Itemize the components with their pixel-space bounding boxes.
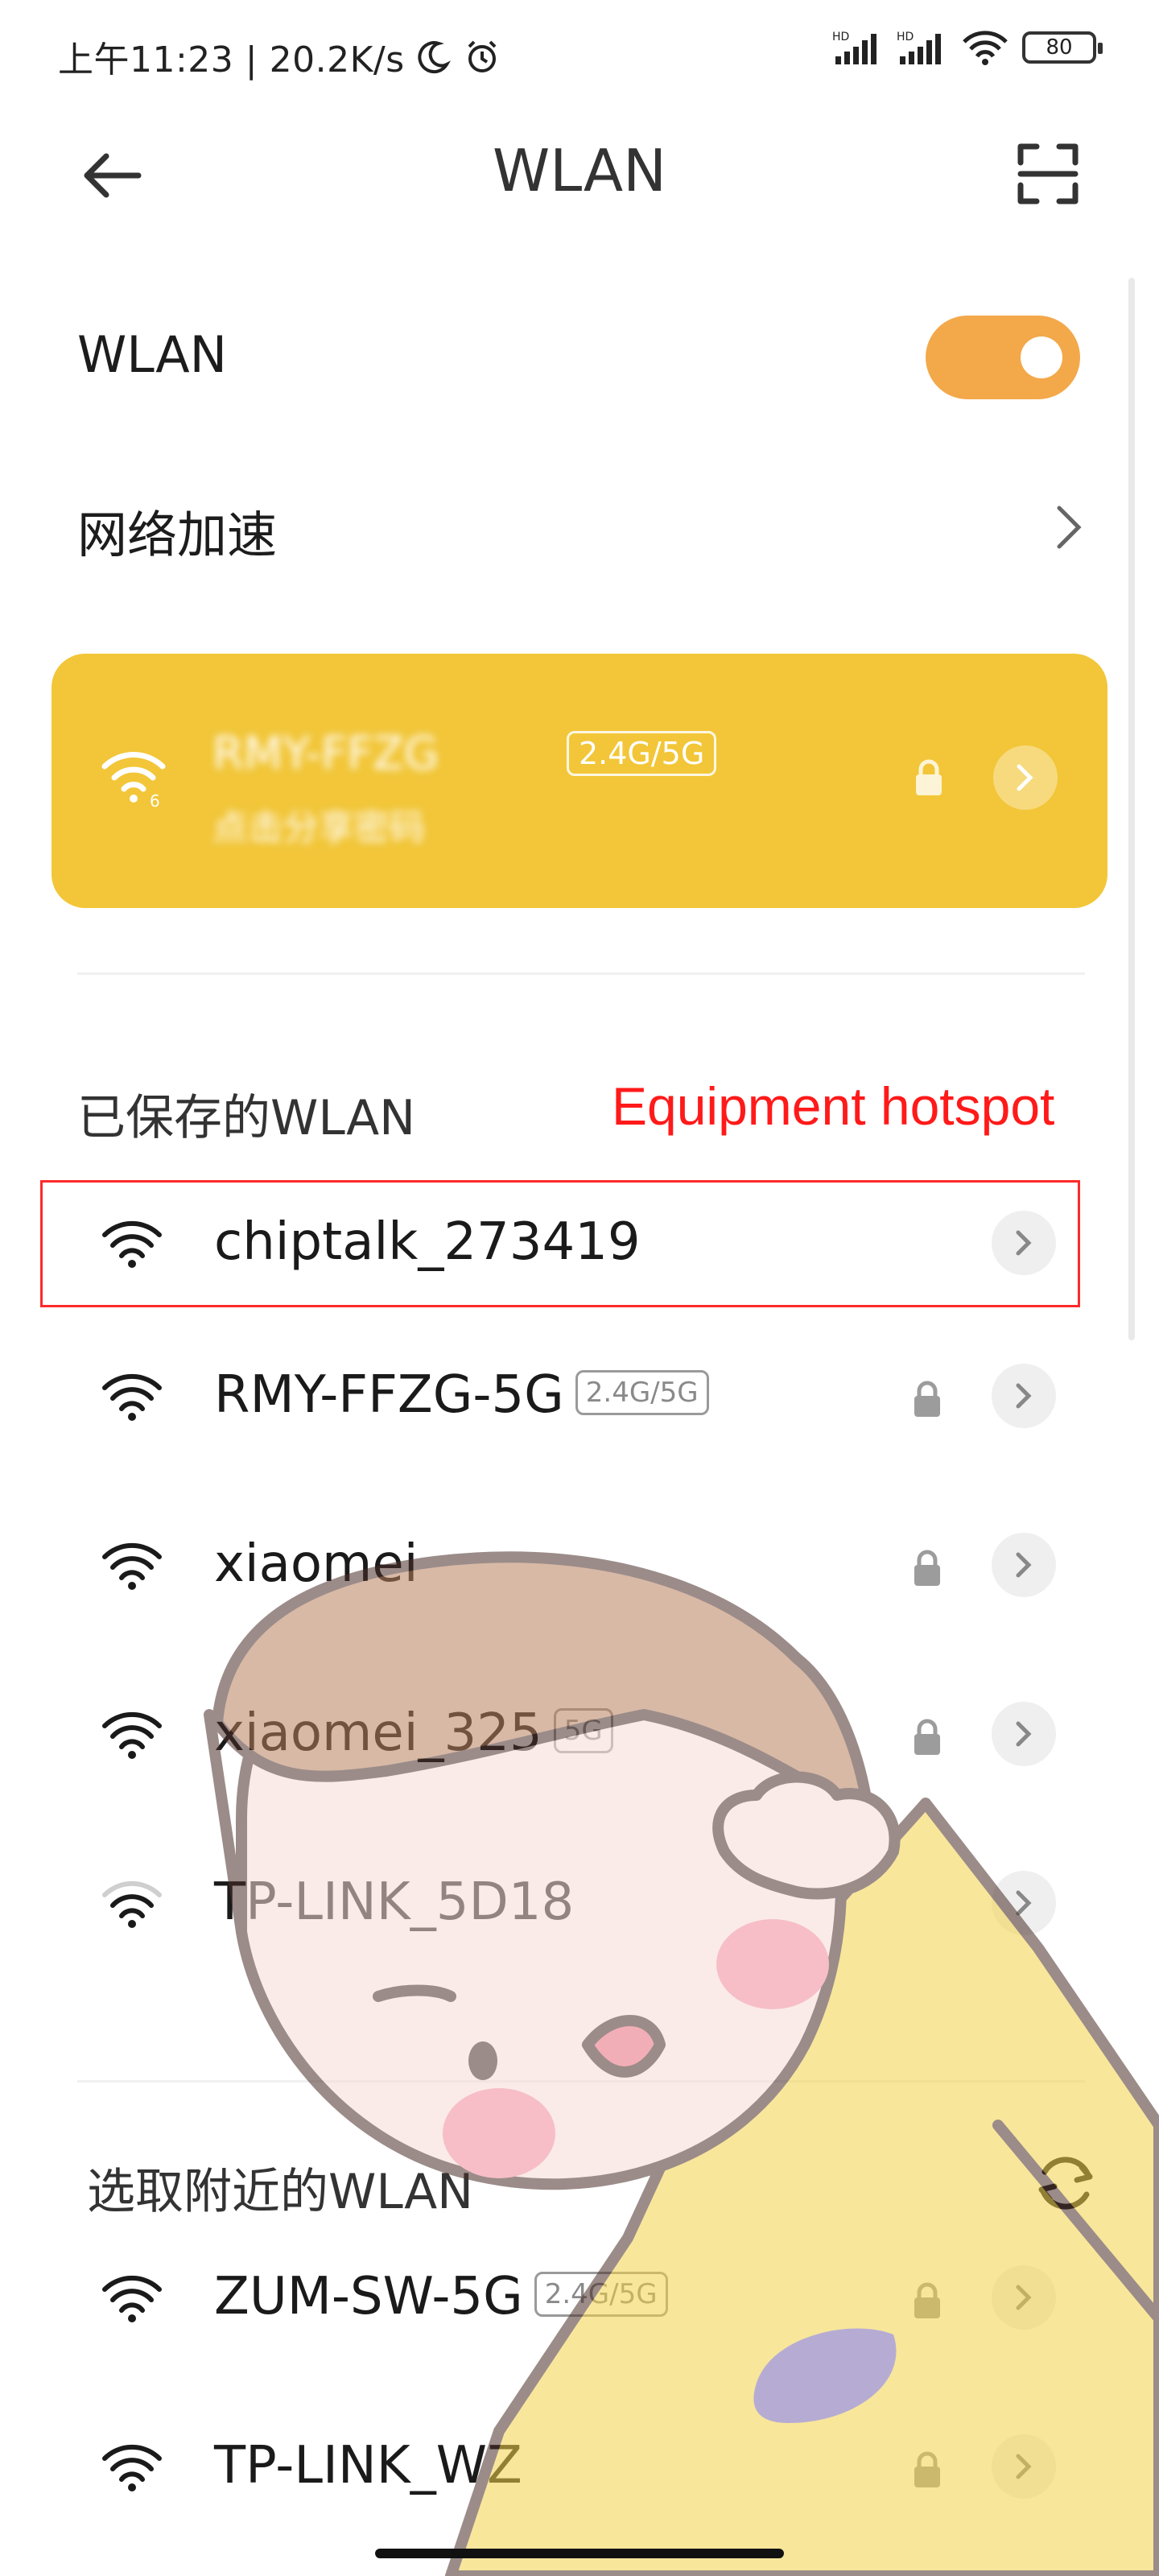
band-badge: 2.4G/5G: [534, 2272, 668, 2318]
battery-level: 80: [1046, 35, 1073, 60]
chevron-right-icon: [1016, 1890, 1032, 1916]
connected-ssid: RMY-FFZG: [212, 728, 439, 780]
band-badge: 2.4G/5G: [575, 1370, 709, 1416]
battery-indicator: 80: [1022, 31, 1103, 64]
network-ssid-text: TP-LINK_5D18: [214, 1872, 575, 1932]
signal-icon-2: HD: [897, 31, 941, 64]
chevron-right-icon: [1016, 1230, 1032, 1256]
divider: [77, 2080, 1085, 2083]
svg-text:HD: HD: [832, 31, 849, 43]
network-details-button[interactable]: [992, 1211, 1056, 1275]
chevron-right-icon[interactable]: [1054, 503, 1083, 551]
network-ssid: TP-LINK_WZ: [214, 2436, 522, 2496]
saved-section-title: 已保存的WLAN: [77, 1090, 416, 1146]
network-ssid: TP-LINK_5D18: [214, 1872, 574, 1932]
chevron-right-icon: [1016, 1552, 1032, 1578]
network-ssid-text: ZUM-SW-5G: [214, 2267, 523, 2326]
status-left: 上午11:23 | 20.2K/s: [58, 31, 501, 82]
nearby-network-row[interactable]: TP-LINK_WZ: [0, 2404, 1159, 2533]
annotation-label: Equipment hotspot: [612, 1076, 1055, 1136]
status-bar: 上午11:23 | 20.2K/s HD HD 80: [0, 0, 1159, 105]
network-ssid-text: TP-LINK_WZ: [214, 2436, 522, 2496]
network-details-button[interactable]: [992, 2265, 1056, 2330]
page-title: WLAN: [492, 137, 667, 204]
wifi-icon: [102, 1711, 162, 1759]
chevron-right-icon: [1016, 2285, 1032, 2310]
alarm-icon: [468, 40, 497, 72]
network-ssid: ZUM-SW-5G 2.4G/5G: [214, 2267, 668, 2326]
wlan-toggle-label: WLAN: [77, 325, 228, 384]
saved-network-row[interactable]: chiptalk_273419: [0, 1180, 1159, 1309]
home-indicator[interactable]: [375, 2549, 784, 2558]
network-ssid-text: xiaomei: [214, 1534, 419, 1594]
network-ssid: xiaomei_325 5G: [214, 1703, 613, 1763]
network-details-button[interactable]: [992, 1871, 1056, 1935]
scan-frame-icon: [1017, 143, 1079, 204]
network-ssid-text: RMY-FFZG-5G: [214, 1365, 564, 1425]
connected-details-button[interactable]: [993, 745, 1058, 810]
chevron-right-icon: [1016, 1721, 1032, 1747]
svg-text:HD: HD: [897, 31, 914, 43]
network-ssid: RMY-FFZG-5G 2.4G/5G: [214, 1365, 709, 1425]
signal-icon: HD: [832, 31, 876, 64]
status-right: HD HD 80: [832, 29, 1103, 66]
connected-network-card[interactable]: 6 RMY-FFZG 2.4G/5G 点击分享密码: [52, 654, 1107, 908]
chevron-right-icon: [1017, 764, 1033, 791]
moon-icon: [418, 41, 451, 74]
lock-icon: [914, 2282, 940, 2318]
scan-button[interactable]: [1008, 134, 1088, 214]
wifi-weak-icon: [102, 1880, 162, 1928]
connected-status: 点击分享密码: [212, 807, 425, 848]
lock-icon: [914, 1550, 940, 1586]
lock-icon: [914, 1719, 940, 1755]
network-ssid-text: chiptalk_273419: [214, 1212, 641, 1272]
wifi-icon: [102, 1220, 162, 1268]
wifi-icon: [102, 2275, 162, 2322]
wifi-status-icon: [963, 31, 1008, 65]
band-badge: 5G: [553, 1708, 613, 1754]
chevron-right-icon: [1016, 2454, 1032, 2479]
network-ssid-text: xiaomei_325: [214, 1703, 542, 1763]
wifi-6-icon: 6: [101, 752, 166, 808]
chevron-right-icon: [1016, 1383, 1032, 1409]
saved-network-row[interactable]: xiaomei_325 5G: [0, 1671, 1159, 1800]
wifi-icon: [102, 2444, 162, 2491]
nearby-network-row[interactable]: ZUM-SW-5G 2.4G/5G: [0, 2235, 1159, 2363]
network-ssid: xiaomei: [214, 1534, 419, 1594]
network-details-button[interactable]: [992, 1702, 1056, 1766]
divider: [77, 972, 1085, 975]
refresh-icon[interactable]: [1032, 2149, 1099, 2217]
network-details-button[interactable]: [992, 1533, 1056, 1597]
nearby-section-title: 选取附近的WLAN: [87, 2164, 474, 2220]
lock-icon: [916, 759, 942, 795]
saved-network-row[interactable]: RMY-FFZG-5G 2.4G/5G: [0, 1333, 1159, 1462]
wlan-toggle-switch[interactable]: [926, 316, 1080, 399]
network-details-button[interactable]: [992, 1364, 1056, 1428]
lock-icon: [914, 1381, 940, 1417]
connected-band-badge: 2.4G/5G: [567, 731, 717, 776]
network-accel-label[interactable]: 网络加速: [77, 494, 277, 567]
saved-network-row[interactable]: xiaomei: [0, 1502, 1159, 1631]
header: WLAN: [0, 105, 1159, 233]
status-time-speed: 上午11:23 | 20.2K/s: [58, 39, 405, 80]
toggle-knob: [1021, 336, 1062, 378]
network-ssid: chiptalk_273419: [214, 1212, 641, 1272]
svg-text:6: 6: [150, 791, 160, 808]
wifi-icon: [102, 1373, 162, 1421]
network-details-button[interactable]: [992, 2434, 1056, 2499]
saved-network-row[interactable]: TP-LINK_5D18: [0, 1840, 1159, 1969]
lock-icon: [914, 2451, 940, 2487]
wifi-icon: [102, 1542, 162, 1590]
